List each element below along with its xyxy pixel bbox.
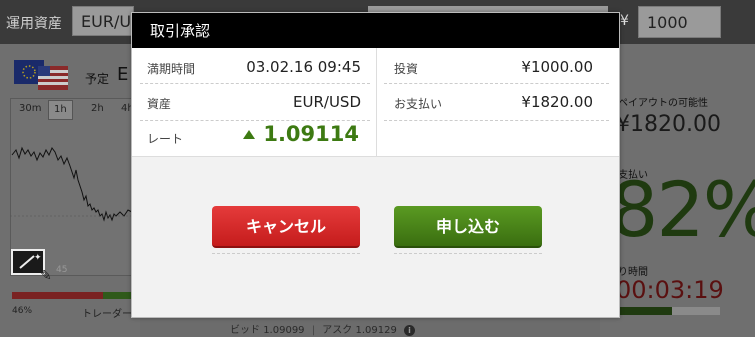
- rate-value: 1.09114: [263, 122, 359, 146]
- asset-select[interactable]: EUR/U: [72, 6, 134, 36]
- row-separator: [140, 83, 370, 84]
- row-separator: [384, 83, 609, 84]
- cancel-button[interactable]: キャンセル: [212, 206, 360, 248]
- svg-text:✦: ✦: [34, 253, 42, 263]
- apply-button[interactable]: 申し込む: [394, 206, 542, 248]
- payout-label: お支払い: [394, 97, 443, 111]
- investment-value: ¥1000.00: [521, 58, 593, 76]
- yen-sign: ¥: [620, 13, 629, 29]
- button-underline: [212, 253, 360, 254]
- payout-title: ペイアウトの可能性: [618, 98, 708, 109]
- sentiment-percent: 46%: [12, 306, 33, 316]
- investment-label: 投資: [394, 62, 419, 76]
- arrow-up-icon: [243, 130, 256, 139]
- row-separator: [140, 120, 370, 121]
- svg-text:✎: ✎: [40, 268, 52, 284]
- ask-label: アスク: [322, 325, 353, 336]
- expiry-time-value: 03.02.16 09:45: [246, 58, 361, 76]
- dialog-title: 取引承認: [132, 13, 619, 48]
- trade-confirm-dialog: 取引承認 満期時間 03.02.16 09:45 投資 ¥1000.00 資産 …: [131, 12, 620, 318]
- trader-label: トレーダー: [82, 309, 132, 320]
- payout-amount: ¥1820.00: [616, 112, 721, 137]
- trade-details: 満期時間 03.02.16 09:45 投資 ¥1000.00 資産 EUR/U…: [132, 48, 619, 157]
- timeframe-1h[interactable]: 1h: [48, 100, 73, 120]
- expiry-time-label: 満期時間: [147, 62, 196, 76]
- remaining-time: 00:03:19: [616, 276, 724, 304]
- eu-us-flag-icon: [14, 60, 68, 90]
- amount-input[interactable]: 1000: [638, 6, 721, 38]
- expiry-partial: E: [117, 64, 129, 85]
- payout-rate: 82%: [610, 165, 755, 254]
- bid-value: 1.09099: [263, 325, 305, 336]
- ask-value: 1.09129: [355, 325, 397, 336]
- payout-value: ¥1820.00: [521, 93, 593, 111]
- asset-label: 運用資産: [6, 16, 62, 32]
- button-underline: [394, 253, 542, 254]
- asset-label-modal: 資産: [147, 97, 172, 111]
- expiry-label: 予定: [85, 72, 110, 86]
- rate-label: レート: [147, 132, 184, 146]
- timeframe-30m[interactable]: 30m: [14, 100, 46, 120]
- row-separator: [384, 120, 609, 121]
- remaining-time-bar-fill: [620, 307, 672, 315]
- chart-tick-label: 45: [56, 265, 68, 275]
- bid-label: ビッド: [230, 325, 260, 336]
- rate-display: 1.09114: [243, 122, 359, 146]
- magic-wand-icon[interactable]: ✦ ✎: [10, 248, 54, 284]
- column-divider: [376, 48, 377, 157]
- quote-row: ビッド 1.09099 | アスク 1.09129 i: [230, 321, 416, 336]
- timeframe-2h[interactable]: 2h: [86, 100, 109, 120]
- asset-value: EUR/USD: [293, 93, 361, 111]
- info-icon[interactable]: i: [404, 325, 416, 336]
